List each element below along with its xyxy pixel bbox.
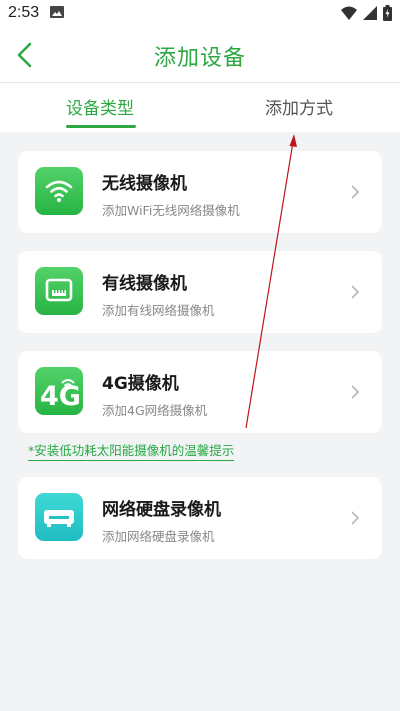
device-card-wireless-camera[interactable]: 无线摄像机 添加WiFi无线网络摄像机 [18, 151, 382, 233]
status-bar: 2:53 [0, 0, 400, 28]
wifi-signal-icon [341, 6, 357, 20]
navigation-bar: 添加设备 [0, 28, 400, 83]
device-subtitle: 添加4G网络摄像机 [102, 403, 208, 418]
active-tab-indicator [66, 125, 136, 128]
battery-charging-icon [383, 5, 392, 21]
4g-icon: 4G [35, 367, 83, 415]
chevron-right-icon [351, 285, 360, 299]
nvr-icon [35, 493, 83, 541]
chevron-right-icon [351, 511, 360, 525]
device-title: 有线摄像机 [102, 274, 187, 294]
device-subtitle: 添加WiFi无线网络摄像机 [102, 203, 240, 218]
page-title: 添加设备 [153, 46, 246, 71]
wired-camera-icon [35, 267, 83, 315]
tab-add-method[interactable]: 添加方式 [265, 94, 333, 119]
device-card-wired-camera[interactable]: 有线摄像机 添加有线网络摄像机 [18, 251, 382, 333]
svg-text:4G: 4G [40, 381, 80, 409]
status-icons [341, 5, 392, 21]
device-card-nvr[interactable]: 网络硬盘录像机 添加网络硬盘录像机 [18, 477, 382, 559]
device-subtitle: 添加有线网络摄像机 [102, 303, 215, 318]
device-title: 无线摄像机 [102, 174, 187, 194]
tab-bar: 设备类型 添加方式 [0, 83, 400, 132]
solar-camera-tips-link[interactable]: *安装低功耗太阳能摄像机的温馨提示 [28, 440, 235, 461]
device-title: 网络硬盘录像机 [102, 500, 221, 520]
gallery-notification-icon [50, 6, 64, 18]
device-subtitle: 添加网络硬盘录像机 [102, 529, 215, 544]
chevron-right-icon [351, 385, 360, 399]
chevron-right-icon [351, 185, 360, 199]
device-title: 4G摄像机 [102, 374, 179, 394]
tab-device-type[interactable]: 设备类型 [66, 94, 134, 119]
status-time: 2:53 [8, 4, 40, 21]
wifi-icon [35, 167, 83, 215]
device-card-4g-camera[interactable]: 4G 4G摄像机 添加4G网络摄像机 [18, 351, 382, 433]
cellular-signal-icon [363, 6, 377, 20]
